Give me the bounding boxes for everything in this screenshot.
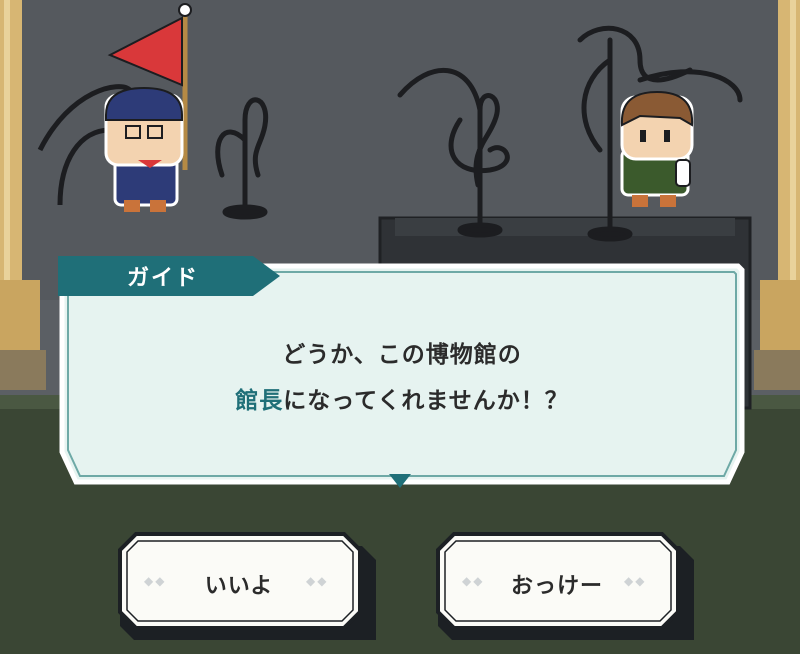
dialog-line-1: どうか、この博物館の xyxy=(282,342,522,368)
dialog-box[interactable]: ガイド どうか、この博物館の 館長になってくれませんか！？ xyxy=(58,256,746,488)
visitor-character xyxy=(620,90,694,207)
dialog-line-2-rest: になってくれませんか！？ xyxy=(283,388,569,414)
choice-yes-button[interactable]: ◆◆ いいよ ◆◆ xyxy=(118,532,376,642)
highlighted-word: 館長 xyxy=(235,388,284,414)
dialog-line-2: 館長になってくれませんか！？ xyxy=(98,378,706,424)
choice-ok-button[interactable]: ◆◆ おっけー ◆◆ xyxy=(436,532,694,642)
speaker-name: ガイド xyxy=(126,266,199,291)
diamond-icon: ◆◆ xyxy=(624,574,647,588)
diamond-icon: ◆◆ xyxy=(306,574,329,588)
dialog-message: どうか、この博物館の 館長になってくれませんか！？ xyxy=(98,332,706,424)
